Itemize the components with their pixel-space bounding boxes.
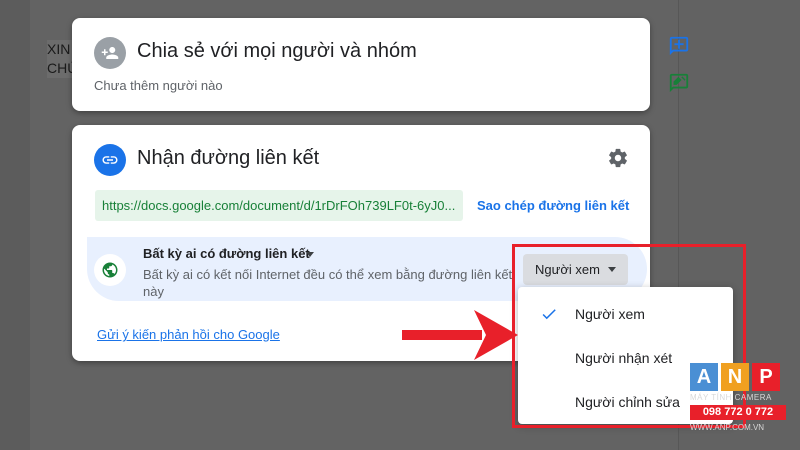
share-people-card: Chia sẻ với mọi người và nhóm Chưa thêm …: [72, 18, 650, 111]
watermark-letter: A: [690, 363, 718, 391]
chevron-down-icon[interactable]: [306, 252, 314, 257]
globe-icon: [94, 254, 126, 286]
get-link-title: Nhận đường liên kết: [137, 147, 320, 169]
watermark-letters: A N P: [690, 363, 780, 391]
watermark-site: WWW.ANP.COM.VN: [690, 423, 765, 432]
arrow-right-icon: [402, 305, 520, 365]
share-people-subtitle: Chưa thêm người nào: [94, 78, 223, 93]
person-add-icon: [94, 37, 126, 69]
watermark-letter: P: [752, 363, 780, 391]
copy-link-button[interactable]: Sao chép đường liên kết: [477, 198, 629, 213]
suggest-edit-icon[interactable]: [668, 72, 690, 94]
watermark-tagline: MÁY TÍNH CAMERA: [690, 393, 772, 402]
link-url-field[interactable]: https://docs.google.com/document/d/1rDrF…: [95, 190, 463, 221]
feedback-link[interactable]: Gửi ý kiến phản hồi cho Google: [97, 327, 280, 342]
watermark-phone: 098 772 0 772: [690, 405, 786, 420]
watermark-letter: N: [721, 363, 749, 391]
access-description: Bất kỳ ai có kết nối Internet đều có thể…: [143, 267, 513, 299]
watermark-logo: A N P MÁY TÍNH CAMERA 098 772 0 772 WWW.…: [690, 363, 786, 439]
add-comment-icon[interactable]: [668, 35, 690, 57]
share-people-title: Chia sẻ với mọi người và nhóm: [137, 40, 417, 62]
access-level-dropdown[interactable]: Bất kỳ ai có đường liên kết: [143, 246, 310, 261]
gear-icon[interactable]: [607, 147, 629, 169]
link-icon: [94, 144, 126, 176]
